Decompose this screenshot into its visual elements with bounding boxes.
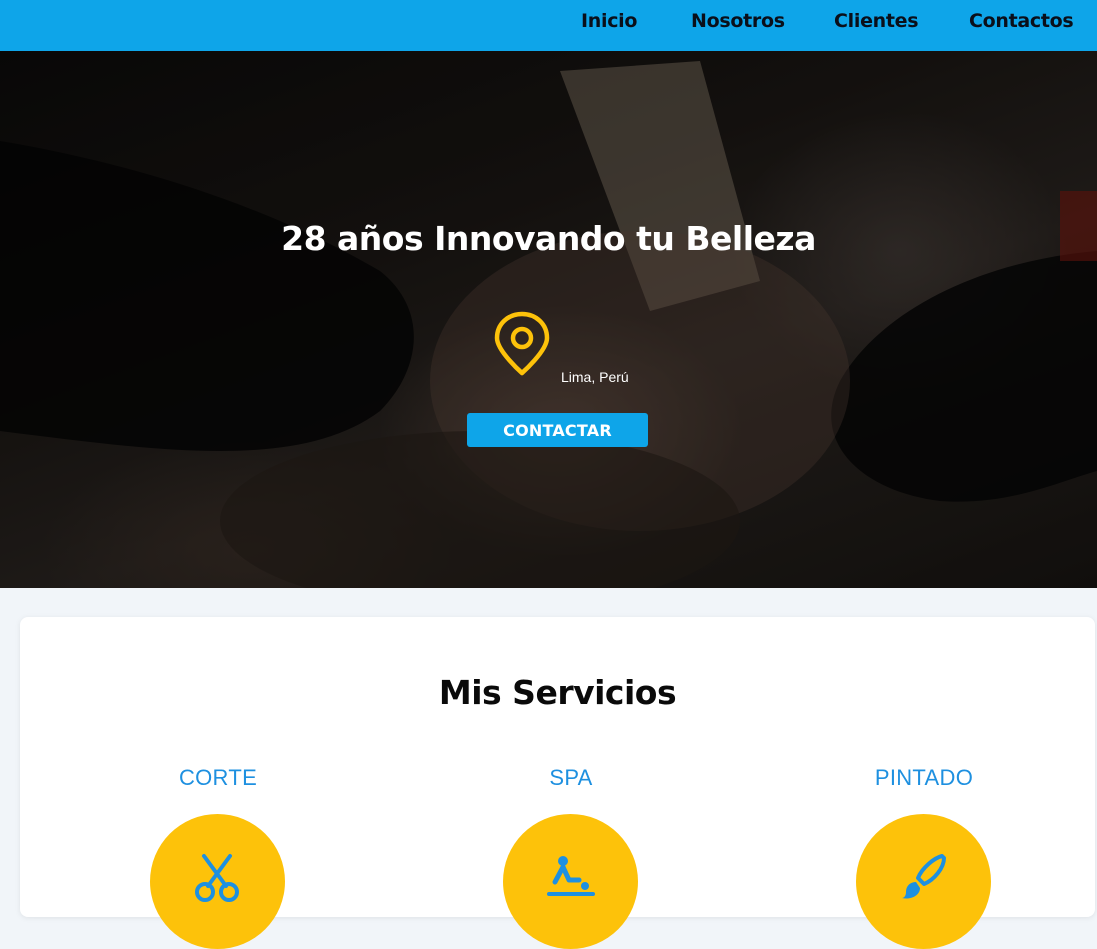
map-pin-icon [494, 311, 550, 376]
hero-section: 28 años Innovando tu Belleza Lima, Perú … [0, 51, 1097, 588]
nav-item-contactos[interactable]: Contactos [969, 10, 1074, 32]
services-title: Mis Servicios [438, 673, 677, 712]
service-pintado[interactable]: PINTADO [824, 762, 1024, 949]
top-navbar: Inicio Nosotros Clientes Contactos [0, 0, 1097, 51]
contact-button[interactable]: CONTACTAR [467, 413, 648, 447]
services-card: Mis Servicios CORTE SPA PINTADO [20, 617, 1095, 949]
service-icon-circle [503, 814, 638, 949]
paint-brush-icon [902, 854, 946, 899]
location-text: Lima, Perú [561, 369, 629, 385]
hero-title: 28 años Innovando tu Belleza [281, 219, 816, 258]
service-spa[interactable]: SPA [471, 762, 671, 949]
massage-icon [547, 856, 595, 896]
service-icon-circle [856, 814, 991, 949]
scissors-icon [195, 854, 239, 902]
nav-item-inicio[interactable]: Inicio [581, 10, 637, 32]
service-name: PINTADO [874, 765, 974, 790]
service-name: CORTE [178, 765, 258, 790]
nav-item-clientes[interactable]: Clientes [834, 10, 919, 32]
service-name: SPA [549, 765, 593, 790]
nav-item-nosotros[interactable]: Nosotros [691, 10, 785, 32]
service-corte[interactable]: CORTE [118, 762, 318, 949]
service-icon-circle [150, 814, 285, 949]
